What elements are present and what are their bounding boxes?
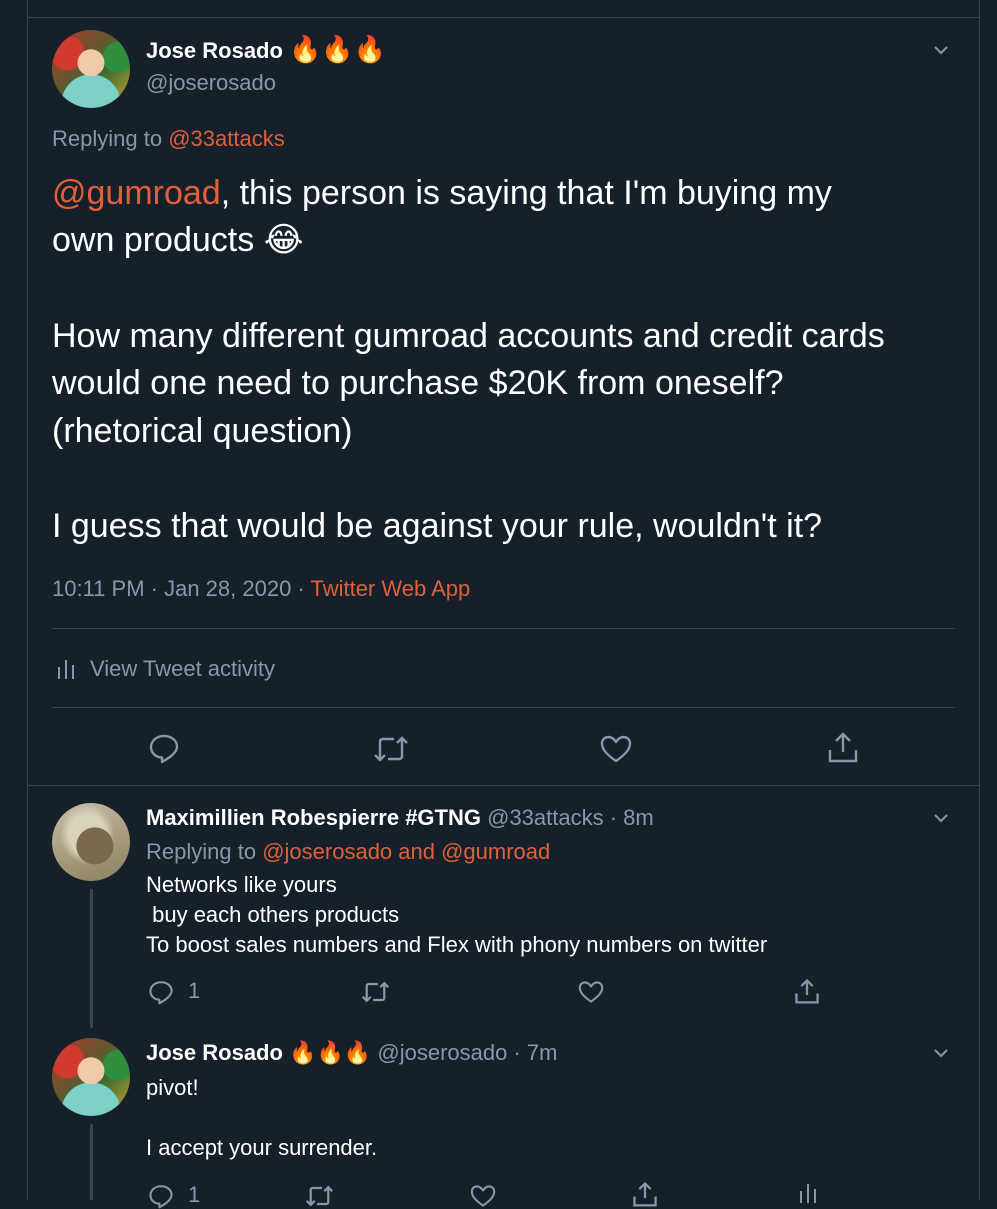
tweet-text-p2-line1: How many different gumroad accounts and … [52,317,885,355]
like-icon[interactable] [578,980,604,1004]
author-name[interactable]: Maximillien Robespierre #GTNG [146,805,481,830]
column-border-right [979,0,980,1200]
reply-text-line1: pivot! [146,1075,199,1100]
tweet-time[interactable]: · 7m [513,1040,557,1065]
retweet-icon[interactable] [304,1184,335,1208]
tweet-text-p2-line2: would one need to purchase $20K from one… [52,364,784,402]
reply-text-line2: buy each others products [146,902,400,927]
replying-prefix: Replying to [52,126,163,151]
chevron-down-icon[interactable] [933,810,949,826]
avatar[interactable] [52,1038,130,1116]
author-handle[interactable]: @joserosado [146,69,276,97]
author-name-row[interactable]: Jose Rosado 🔥🔥🔥 [146,36,386,66]
replying-to: Replying to @joserosado and @gumroad [146,838,550,866]
avatar[interactable] [52,803,130,881]
mention-link[interactable]: @gumroad [52,174,221,212]
replying-to-link[interactable]: @joserosado and @gumroad [262,839,550,864]
author-handle[interactable]: @33attacks [487,805,604,830]
reply-text-line1: Networks like yours [146,872,337,897]
like-icon[interactable] [600,734,632,764]
reply-text-line2: I accept your surrender. [146,1135,378,1160]
share-icon[interactable] [632,1180,658,1208]
tweet-text-segment: , this person is saying that I'm buying … [220,174,832,212]
reply-count: 1 [188,978,201,1003]
analytics-icon [58,660,74,679]
tweet-text-line2: own products 😂 [52,217,303,264]
divider [27,785,980,786]
avatar[interactable] [52,30,130,108]
top-divider [27,17,980,18]
replying-prefix: Replying to [146,839,257,864]
reply-header: Maximillien Robespierre #GTNG @33attacks… [146,804,654,832]
reply-count: 1 [188,1182,201,1207]
tweet-meta: 10:11 PM · Jan 28, 2020 · Twitter Web Ap… [52,574,470,604]
reply-icon[interactable] [148,979,174,1005]
reply-text-line3: To boost sales numbers and Flex with pho… [146,932,768,957]
tweet-text-p2-line3: (rhetorical question) [52,412,353,450]
chevron-down-icon[interactable] [933,1045,949,1061]
share-icon[interactable] [794,977,820,1005]
thread-line [90,1124,93,1200]
author-name[interactable]: Jose Rosado [146,1040,283,1065]
author-handle[interactable]: @joserosado [377,1040,507,1065]
thread-line [90,889,93,1028]
tweet-time[interactable]: · 8m [610,805,654,830]
divider [52,628,955,629]
fire-emoji: 🔥🔥🔥 [289,34,387,64]
tweet-text-segment: own products [52,221,255,259]
replying-to-link[interactable]: @33attacks [168,126,285,151]
share-icon[interactable] [827,730,859,764]
retweet-icon[interactable] [372,734,410,764]
tweet-text-p3: I guess that would be against your rule,… [52,507,823,545]
analytics-icon[interactable] [798,1182,818,1204]
divider [52,707,955,708]
chevron-down-icon[interactable] [933,42,949,58]
activity-label: View Tweet activity [90,656,276,681]
fire-emoji: 🔥🔥🔥 [289,1040,372,1065]
reply-header: Jose Rosado 🔥🔥🔥 @joserosado · 7m [146,1039,557,1067]
reply-icon[interactable] [148,1183,174,1209]
like-icon[interactable] [470,1184,496,1208]
column-border-left [27,0,28,1200]
source-link[interactable]: Twitter Web App [310,576,470,601]
author-name[interactable]: Jose Rosado [146,38,283,63]
reply-icon[interactable] [148,732,180,764]
timestamp[interactable]: 10:11 PM · Jan 28, 2020 · [52,576,305,601]
retweet-icon[interactable] [360,980,391,1004]
replying-to: Replying to @33attacks [52,124,285,154]
tweet-text-line1: @gumroad, this person is saying that I'm… [52,170,832,217]
laughing-emoji: 😂 [263,221,304,259]
